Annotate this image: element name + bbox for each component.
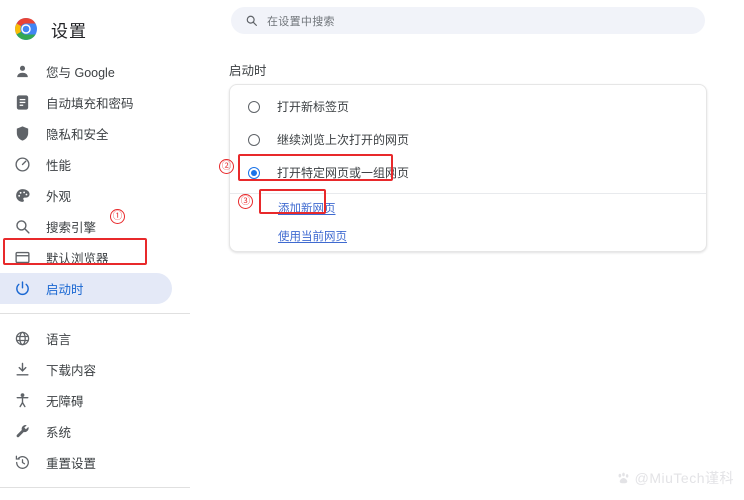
- settings-window: 设置 您与 Google 自动填充和密码 隐私和安全 性能 外观 搜索引擎 默认…: [0, 0, 744, 500]
- radio-button[interactable]: [248, 133, 260, 146]
- section-title-on-startup: 启动时: [229, 64, 267, 78]
- person-icon: [14, 63, 31, 80]
- radio-option-label: 打开新标签页: [277, 100, 350, 114]
- sidebar-item-label: 搜索引擎: [46, 221, 97, 235]
- globe-icon: [14, 330, 31, 347]
- radio-option-label: 继续浏览上次打开的网页: [277, 133, 410, 147]
- page-title: 设置: [51, 21, 87, 41]
- main-content: 在设置中搜索 启动时 打开新标签页 继续浏览上次打开的网页 打开特定网页或一组网…: [218, 0, 744, 500]
- sidebar-item-label: 语言: [46, 333, 72, 347]
- sidebar-item-label: 下载内容: [46, 364, 97, 378]
- sidebar: 设置 您与 Google 自动填充和密码 隐私和安全 性能 外观 搜索引擎 默认…: [0, 0, 218, 500]
- sidebar-item-appearance[interactable]: 外观: [0, 180, 218, 211]
- radio-option-label: 打开特定网页或一组网页: [277, 166, 410, 180]
- search-icon: [245, 14, 258, 27]
- palette-icon: [14, 187, 31, 204]
- sidebar-nav-group-1: 您与 Google 自动填充和密码 隐私和安全 性能 外观 搜索引擎 默认浏览器…: [0, 56, 218, 500]
- radio-option-new-tab[interactable]: 打开新标签页: [230, 90, 706, 123]
- sidebar-item-label: 重置设置: [46, 457, 97, 471]
- sidebar-item-autofill-passwords[interactable]: 自动填充和密码: [0, 87, 218, 118]
- sidebar-item-label: 启动时: [46, 283, 84, 297]
- wrench-icon: [14, 423, 31, 440]
- sidebar-item-performance[interactable]: 性能: [0, 149, 218, 180]
- sidebar-item-label: 自动填充和密码: [46, 97, 134, 111]
- add-new-page-link[interactable]: 添加新网页: [278, 200, 336, 216]
- sidebar-item-default-browser[interactable]: 默认浏览器: [0, 242, 218, 273]
- sidebar-divider-2: [0, 487, 190, 488]
- shield-icon: [14, 125, 31, 142]
- radio-button[interactable]: [248, 100, 260, 113]
- sidebar-item-label: 系统: [46, 426, 72, 440]
- accessibility-icon: [14, 392, 31, 409]
- radio-option-continue-session[interactable]: 继续浏览上次打开的网页: [230, 123, 706, 156]
- use-current-pages-link[interactable]: 使用当前网页: [278, 228, 347, 244]
- sidebar-divider-1: [0, 313, 190, 314]
- sidebar-item-label: 隐私和安全: [46, 128, 109, 142]
- radio-button[interactable]: [248, 166, 260, 179]
- sidebar-item-you-and-google[interactable]: 您与 Google: [0, 56, 218, 87]
- sidebar-item-downloads[interactable]: 下载内容: [0, 354, 218, 385]
- sidebar-item-languages[interactable]: 语言: [0, 323, 218, 354]
- history-restore-icon: [14, 454, 31, 471]
- sidebar-item-privacy-security[interactable]: 隐私和安全: [0, 118, 218, 149]
- brand-header: 设置: [0, 0, 218, 46]
- startup-options-card: 打开新标签页 继续浏览上次打开的网页 打开特定网页或一组网页 添加新网页 使用当…: [229, 84, 707, 252]
- search-input[interactable]: 在设置中搜索: [231, 7, 705, 34]
- browser-icon: [14, 249, 31, 266]
- clipboard-icon: [14, 94, 31, 111]
- sidebar-item-search-engine[interactable]: 搜索引擎: [0, 211, 218, 242]
- sidebar-item-label: 默认浏览器: [46, 252, 109, 266]
- sidebar-item-label: 性能: [46, 159, 72, 173]
- search-icon: [14, 218, 31, 235]
- sidebar-item-system[interactable]: 系统: [0, 416, 218, 447]
- sidebar-item-accessibility[interactable]: 无障碍: [0, 385, 218, 416]
- speedometer-icon: [14, 156, 31, 173]
- chrome-logo-icon: [14, 17, 38, 41]
- radio-option-specific-pages[interactable]: 打开特定网页或一组网页: [230, 156, 706, 189]
- sidebar-item-label: 无障碍: [46, 395, 84, 409]
- download-icon: [14, 361, 31, 378]
- add-new-page-row: 添加新网页: [230, 194, 706, 222]
- sidebar-item-label: 外观: [46, 190, 72, 204]
- search-placeholder: 在设置中搜索: [267, 15, 335, 28]
- power-icon: [14, 280, 31, 297]
- sidebar-item-reset-settings[interactable]: 重置设置: [0, 447, 218, 478]
- use-current-pages-row: 使用当前网页: [230, 222, 706, 249]
- sidebar-item-label: 您与 Google: [46, 66, 115, 80]
- sidebar-item-on-startup[interactable]: 启动时: [0, 273, 172, 304]
